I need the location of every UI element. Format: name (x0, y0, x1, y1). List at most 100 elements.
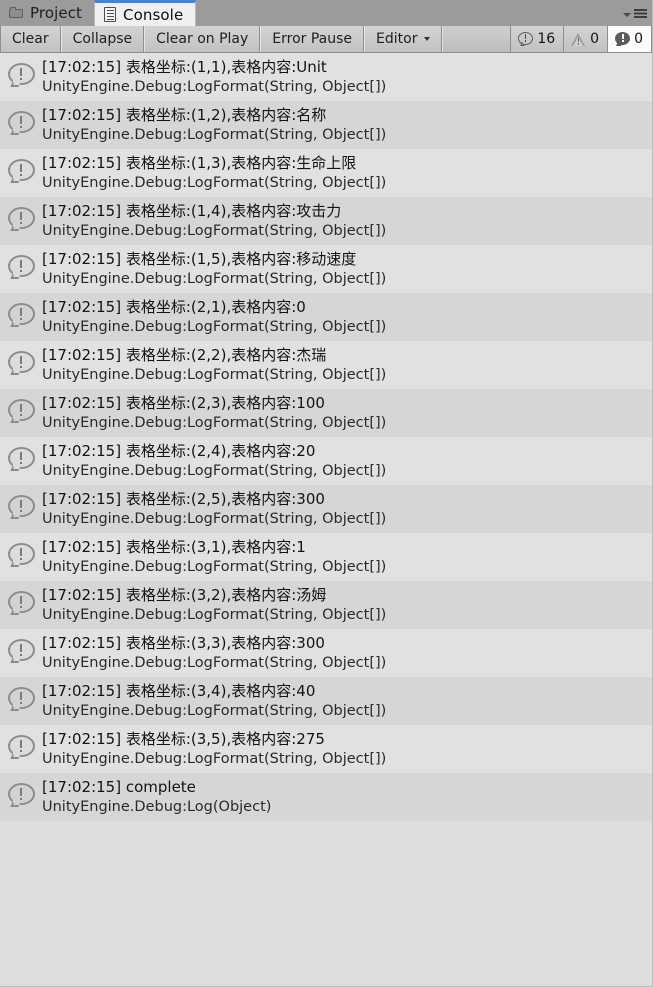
log-entry-icon-wrap (0, 442, 42, 473)
log-entry-stack: UnityEngine.Debug:LogFormat(String, Obje… (42, 175, 387, 191)
tab-console-label: Console (123, 5, 184, 24)
log-entry-icon-wrap (0, 250, 42, 281)
log-entry[interactable]: [17:02:15] 表格坐标:(2,5),表格内容:300 UnityEngin… (0, 485, 652, 533)
log-entry-icon-wrap (0, 586, 42, 617)
log-entry-icon-wrap (0, 778, 42, 809)
clear-on-play-button[interactable]: Clear on Play (144, 26, 261, 52)
log-entry[interactable]: [17:02:15] 表格坐标:(2,4),表格内容:20 UnityEngine… (0, 437, 652, 485)
log-entry-stack: UnityEngine.Debug:LogFormat(String, Obje… (42, 415, 387, 431)
log-entry-icon-wrap (0, 298, 42, 329)
info-icon (7, 735, 35, 761)
log-entry-icon-wrap (0, 538, 42, 569)
warning-count-label: 0 (590, 31, 600, 47)
log-entry-text: [17:02:15] 表格坐标:(1,3),表格内容:生命上限 UnityEngi… (42, 154, 652, 193)
info-icon (7, 543, 35, 569)
clear-button[interactable]: Clear (0, 26, 61, 52)
log-entry-text: [17:02:15] 表格坐标:(2,3),表格内容:100 UnityEngin… (42, 394, 652, 433)
log-entry-stack: UnityEngine.Debug:LogFormat(String, Obje… (42, 271, 387, 287)
info-count-toggle[interactable]: 16 (511, 26, 565, 52)
info-icon (7, 447, 35, 473)
log-entry-message: [17:02:15] complete (42, 778, 196, 796)
log-entry[interactable]: [17:02:15] 表格坐标:(1,5),表格内容:移动速度 UnityEngi… (0, 245, 652, 293)
log-entry[interactable]: [17:02:15] 表格坐标:(2,3),表格内容:100 UnityEngin… (0, 389, 652, 437)
log-entry-stack: UnityEngine.Debug:LogFormat(String, Obje… (42, 463, 387, 479)
error-count-toggle[interactable]: 0 (608, 26, 652, 52)
info-icon (7, 783, 35, 809)
log-entry-stack: UnityEngine.Debug:LogFormat(String, Obje… (42, 559, 387, 575)
log-entry[interactable]: [17:02:15] 表格坐标:(2,1),表格内容:0 UnityEngine.… (0, 293, 652, 341)
console-log-list[interactable]: [17:02:15] 表格坐标:(1,1),表格内容:Unit UnityEngi… (0, 53, 652, 821)
log-entry-text: [17:02:15] 表格坐标:(1,4),表格内容:攻击力 UnityEngin… (42, 202, 652, 241)
warning-count-toggle[interactable]: 0 (564, 26, 609, 52)
log-entry-text: [17:02:15] 表格坐标:(3,3),表格内容:300 UnityEngin… (42, 634, 652, 673)
collapse-button[interactable]: Collapse (60, 26, 145, 52)
tab-project[interactable]: Project (0, 0, 95, 26)
console-toolbar: Clear Collapse Clear on Play Error Pause… (0, 26, 652, 53)
log-entry-stack: UnityEngine.Debug:LogFormat(String, Obje… (42, 655, 387, 671)
info-icon (7, 303, 35, 329)
error-count-label: 0 (634, 31, 643, 47)
log-entry-stack: UnityEngine.Debug:LogFormat(String, Obje… (42, 319, 387, 335)
log-entry-message: [17:02:15] 表格坐标:(3,4),表格内容:40 (42, 682, 316, 700)
log-entry-message: [17:02:15] 表格坐标:(3,5),表格内容:275 (42, 730, 325, 748)
log-entry-message: [17:02:15] 表格坐标:(1,1),表格内容:Unit (42, 58, 327, 76)
log-entry-icon-wrap (0, 394, 42, 425)
log-entry[interactable]: [17:02:15] 表格坐标:(1,4),表格内容:攻击力 UnityEngin… (0, 197, 652, 245)
log-entry[interactable]: [17:02:15] 表格坐标:(1,3),表格内容:生命上限 UnityEngi… (0, 149, 652, 197)
info-icon (7, 399, 35, 425)
log-entry[interactable]: [17:02:15] 表格坐标:(1,2),表格内容:名称 UnityEngine… (0, 101, 652, 149)
log-entry[interactable]: [17:02:15] 表格坐标:(3,5),表格内容:275 UnityEngin… (0, 725, 652, 773)
toolbar-filler (442, 26, 512, 52)
log-entry-icon-wrap (0, 154, 42, 185)
log-entry-icon-wrap (0, 730, 42, 761)
log-entry-icon-wrap (0, 346, 42, 377)
log-entry[interactable]: [17:02:15] 表格坐标:(2,2),表格内容:杰瑞 UnityEngine… (0, 341, 652, 389)
tab-console[interactable]: Console (94, 0, 197, 26)
log-entry[interactable]: [17:02:15] 表格坐标:(3,4),表格内容:40 UnityEngine… (0, 677, 652, 725)
hamburger-menu-icon (634, 9, 647, 18)
info-icon (7, 111, 35, 137)
error-icon (615, 31, 631, 47)
log-entry[interactable]: [17:02:15] 表格坐标:(3,3),表格内容:300 UnityEngin… (0, 629, 652, 677)
log-entry-stack: UnityEngine.Debug:LogFormat(String, Obje… (42, 703, 387, 719)
log-entry-icon-wrap (0, 106, 42, 137)
log-entry-message: [17:02:15] 表格坐标:(1,5),表格内容:移动速度 (42, 250, 357, 268)
log-entry-icon-wrap (0, 682, 42, 713)
warning-icon (571, 32, 586, 46)
log-entry-message: [17:02:15] 表格坐标:(3,1),表格内容:1 (42, 538, 306, 556)
info-icon (7, 159, 35, 185)
log-entry[interactable]: [17:02:15] complete UnityEngine.Debug:Log… (0, 773, 652, 821)
log-entry-text: [17:02:15] 表格坐标:(3,2),表格内容:汤姆 UnityEngine… (42, 586, 652, 625)
log-entry-text: [17:02:15] 表格坐标:(3,5),表格内容:275 UnityEngin… (42, 730, 652, 769)
log-entry-message: [17:02:15] 表格坐标:(1,3),表格内容:生命上限 (42, 154, 357, 172)
info-icon (7, 591, 35, 617)
info-icon (7, 639, 35, 665)
chevron-down-icon (623, 12, 631, 17)
log-entry[interactable]: [17:02:15] 表格坐标:(1,1),表格内容:Unit UnityEngi… (0, 53, 652, 101)
log-entry-stack: UnityEngine.Debug:LogFormat(String, Obje… (42, 511, 387, 527)
log-entry[interactable]: [17:02:15] 表格坐标:(3,1),表格内容:1 UnityEngine.… (0, 533, 652, 581)
log-entry-text: [17:02:15] 表格坐标:(2,5),表格内容:300 UnityEngin… (42, 490, 652, 529)
log-entry-text: [17:02:15] 表格坐标:(2,4),表格内容:20 UnityEngine… (42, 442, 652, 481)
tab-bar-spacer (196, 0, 623, 26)
log-entry-icon-wrap (0, 490, 42, 521)
info-icon (7, 255, 35, 281)
tab-bar: Project Console (0, 0, 652, 26)
error-pause-button[interactable]: Error Pause (260, 26, 365, 52)
log-entry-message: [17:02:15] 表格坐标:(2,1),表格内容:0 (42, 298, 306, 316)
editor-dropdown-button[interactable]: Editor (364, 26, 443, 52)
tab-options-menu[interactable] (623, 0, 652, 26)
log-entry-message: [17:02:15] 表格坐标:(2,2),表格内容:杰瑞 (42, 346, 327, 364)
log-entry-text: [17:02:15] 表格坐标:(1,2),表格内容:名称 UnityEngine… (42, 106, 652, 145)
log-entry-icon-wrap (0, 634, 42, 665)
log-entry-text: [17:02:15] 表格坐标:(2,1),表格内容:0 UnityEngine.… (42, 298, 652, 337)
log-entry-icon-wrap (0, 202, 42, 233)
log-entry-text: [17:02:15] 表格坐标:(3,4),表格内容:40 UnityEngine… (42, 682, 652, 721)
log-entry-text: [17:02:15] complete UnityEngine.Debug:Log… (42, 778, 652, 817)
info-icon (7, 687, 35, 713)
info-icon (7, 63, 35, 89)
info-icon (518, 31, 534, 47)
log-entry[interactable]: [17:02:15] 表格坐标:(3,2),表格内容:汤姆 UnityEngine… (0, 581, 652, 629)
unity-console-window: Project Console Clear Collapse Clear on … (0, 0, 653, 987)
info-icon (7, 207, 35, 233)
